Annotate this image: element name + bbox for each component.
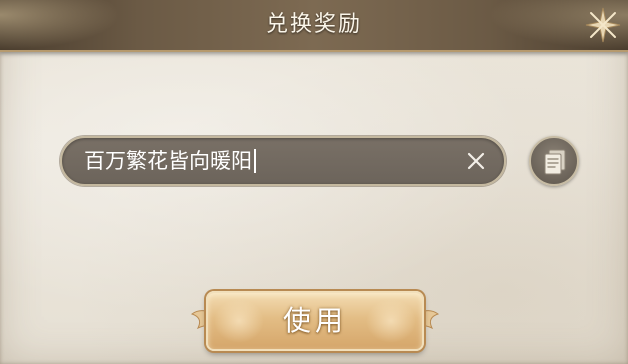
redeem-code-input[interactable]: 百万繁花皆向暖阳 (60, 136, 506, 186)
redeem-code-text[interactable]: 百万繁花皆向暖阳 (84, 138, 256, 184)
redeem-dialog: 兑换奖励 百万繁花皆向暖阳 使用 (0, 0, 628, 364)
close-button[interactable] (584, 6, 622, 44)
clear-x-icon (467, 152, 485, 170)
clear-input-button[interactable] (464, 149, 488, 173)
redeem-code-value: 百万繁花皆向暖阳 (84, 149, 252, 173)
use-button-label: 使用 (282, 304, 347, 337)
paste-button[interactable] (529, 136, 579, 186)
text-caret (254, 148, 256, 173)
clipboard-icon (544, 149, 566, 175)
dialog-title: 兑换奖励 (265, 12, 362, 37)
close-star-icon (585, 7, 621, 43)
dialog-header: 兑换奖励 (0, 0, 628, 52)
use-button[interactable]: 使用 (206, 291, 424, 351)
